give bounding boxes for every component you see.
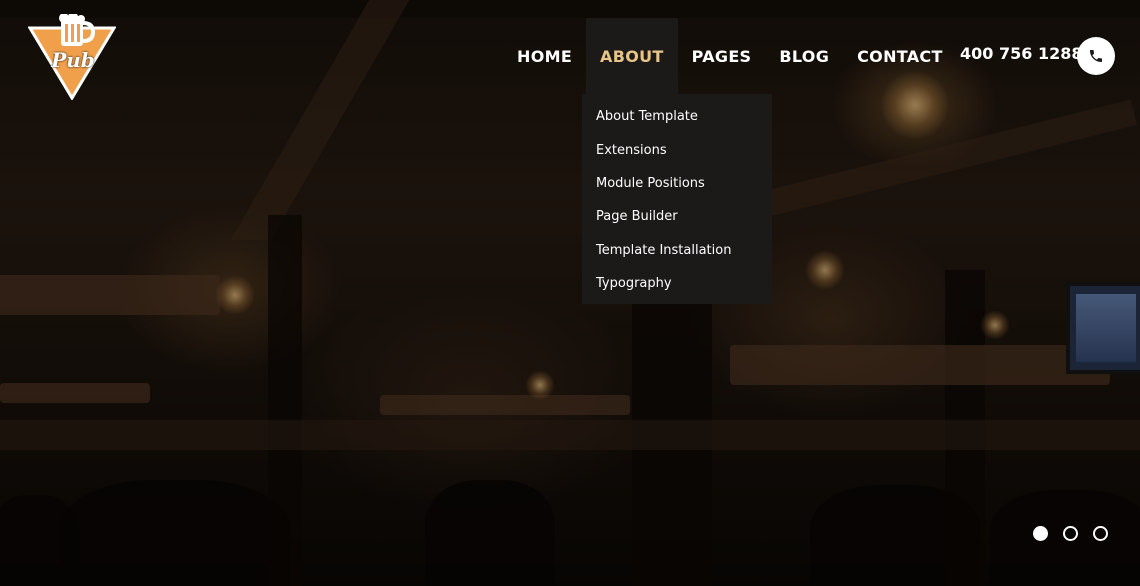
slider-pagination: [1033, 526, 1108, 541]
dropdown-item-template-installation[interactable]: Template Installation: [582, 234, 772, 267]
slider-dot-1[interactable]: [1033, 526, 1048, 541]
dropdown-item-about-template[interactable]: About Template: [582, 100, 772, 133]
phone-number[interactable]: 400 756 1288: [960, 44, 1082, 63]
slider-dot-3[interactable]: [1093, 526, 1108, 541]
nav-item-home[interactable]: HOME: [503, 18, 586, 94]
dropdown-item-extensions[interactable]: Extensions: [582, 133, 772, 166]
about-dropdown-menu: About Template Extensions Module Positio…: [582, 94, 772, 304]
dropdown-item-module-positions[interactable]: Module Positions: [582, 167, 772, 200]
phone-button[interactable]: [1077, 37, 1115, 75]
main-navigation: HOME ABOUT PAGES BLOG CONTACT: [503, 18, 957, 94]
nav-item-blog[interactable]: BLOG: [765, 18, 843, 94]
dropdown-item-typography[interactable]: Typography: [582, 267, 772, 300]
nav-item-contact[interactable]: CONTACT: [843, 18, 957, 94]
slider-dot-2[interactable]: [1063, 526, 1078, 541]
phone-icon: [1090, 50, 1102, 62]
nav-item-about[interactable]: ABOUT: [586, 18, 678, 94]
pub-logo[interactable]: Pub: [27, 12, 117, 101]
logo-text: Pub: [51, 48, 95, 72]
dropdown-item-page-builder[interactable]: Page Builder: [582, 200, 772, 233]
nav-item-pages[interactable]: PAGES: [678, 18, 766, 94]
